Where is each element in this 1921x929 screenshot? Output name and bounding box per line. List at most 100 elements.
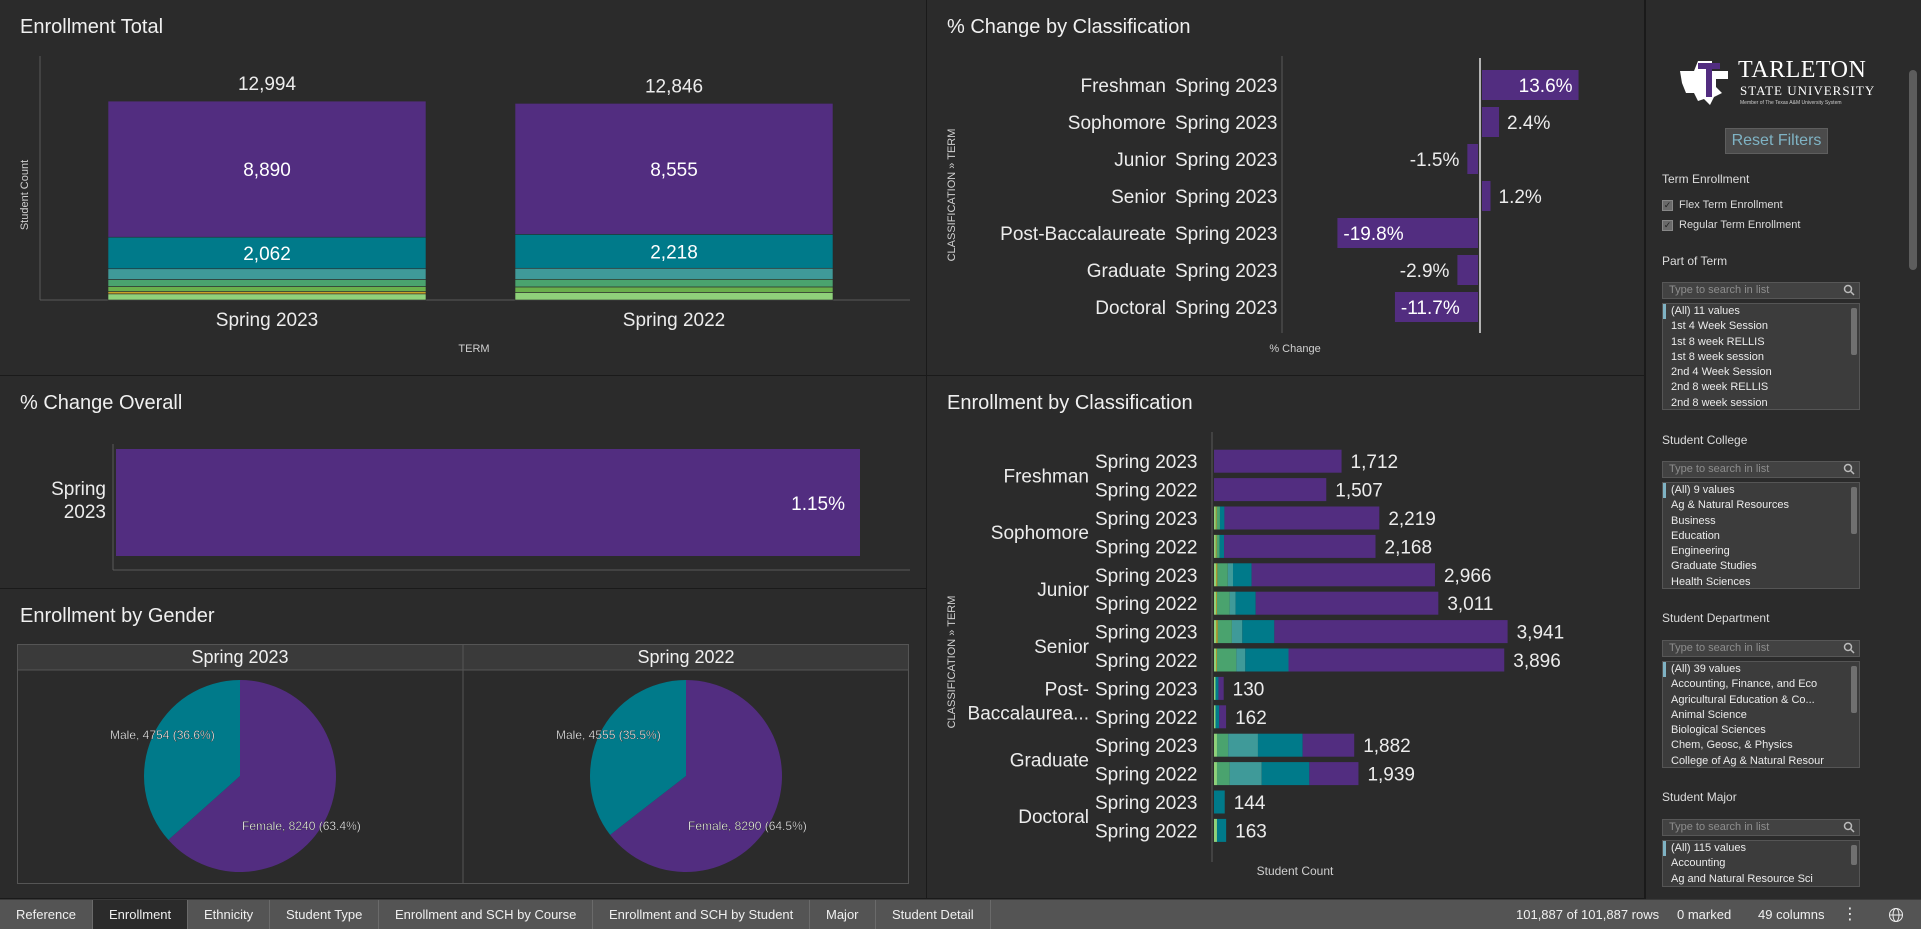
bar-segment[interactable] bbox=[1217, 563, 1228, 587]
flex-term-checkbox[interactable]: ✓ Flex Term Enrollment bbox=[1662, 199, 1783, 211]
pct-bar[interactable] bbox=[1482, 181, 1491, 211]
bar-segment[interactable] bbox=[1216, 591, 1230, 615]
bar-segment[interactable] bbox=[1242, 620, 1275, 644]
bar-segment[interactable] bbox=[1261, 762, 1310, 786]
enrollment-by-gender-chart[interactable]: Spring 2023 Male, 4754 (36.6%) Female, 824… bbox=[0, 589, 927, 899]
bar-segment[interactable] bbox=[1309, 762, 1359, 786]
bar-segment[interactable] bbox=[1251, 563, 1435, 587]
tab-student-detail[interactable]: Student Detail bbox=[876, 900, 991, 929]
bar-segment[interactable] bbox=[1214, 534, 1216, 558]
student-department-list[interactable]: (All) 39 values Accounting, Finance, and … bbox=[1662, 661, 1860, 768]
list-item[interactable]: (All) 11 values bbox=[1663, 304, 1859, 320]
sidebar-scrollbar[interactable] bbox=[1909, 70, 1917, 270]
bar-segment[interactable] bbox=[1215, 506, 1217, 530]
list-item[interactable]: Business bbox=[1663, 514, 1859, 529]
bar-segment[interactable] bbox=[1214, 591, 1217, 615]
bar-segment[interactable] bbox=[1216, 534, 1220, 558]
list-item[interactable]: Graduate Studies bbox=[1663, 559, 1859, 574]
bar-segment[interactable] bbox=[1216, 818, 1227, 842]
list-item[interactable]: Accounting bbox=[1663, 856, 1859, 871]
list-item[interactable]: Engineering bbox=[1663, 544, 1859, 559]
bar-segment[interactable] bbox=[1218, 676, 1224, 700]
student-college-list[interactable]: (All) 9 values Ag & Natural Resources Busi… bbox=[1662, 482, 1860, 589]
list-item[interactable]: (All) 115 values bbox=[1663, 841, 1859, 857]
bar-segment[interactable] bbox=[107, 279, 427, 287]
pct-change-by-class-chart[interactable]: CLASSIFICATION » TERM % Change Freshman S… bbox=[927, 0, 1645, 376]
bar-segment[interactable] bbox=[1216, 563, 1218, 587]
list-item[interactable]: Ag and Natural Resource Sci bbox=[1663, 872, 1859, 886]
bar-segment[interactable] bbox=[1215, 534, 1217, 558]
bar-segment[interactable] bbox=[1216, 506, 1220, 530]
bar-segment[interactable] bbox=[1229, 762, 1262, 786]
bar-segment[interactable] bbox=[1214, 676, 1216, 700]
list-item[interactable]: Animal Science bbox=[1663, 708, 1859, 723]
pct-bar[interactable] bbox=[1457, 255, 1478, 285]
tab-enrollment-and-sch-by-course[interactable]: Enrollment and SCH by Course bbox=[379, 900, 594, 929]
pct-bar[interactable] bbox=[1482, 107, 1500, 137]
bar-segment[interactable] bbox=[107, 268, 427, 280]
bar-segment[interactable] bbox=[107, 293, 427, 301]
list-scrollbar[interactable] bbox=[1851, 487, 1857, 535]
bar-segment[interactable] bbox=[1216, 762, 1230, 786]
bar-segment[interactable] bbox=[1236, 648, 1246, 672]
list-item[interactable]: Biological Sciences bbox=[1663, 723, 1859, 738]
overall-bar[interactable] bbox=[116, 449, 860, 556]
pct-bar[interactable] bbox=[1467, 144, 1478, 174]
bar-segment[interactable] bbox=[1216, 733, 1229, 757]
list-scrollbar[interactable] bbox=[1851, 845, 1857, 866]
bar-segment[interactable] bbox=[1302, 733, 1355, 757]
bar-segment[interactable] bbox=[1219, 534, 1225, 558]
student-department-search[interactable]: Type to search in list bbox=[1662, 640, 1860, 657]
bar-segment[interactable] bbox=[1219, 506, 1225, 530]
tab-enrollment[interactable]: Enrollment bbox=[93, 900, 189, 929]
tab-major[interactable]: Major bbox=[810, 900, 876, 929]
bar-segment[interactable] bbox=[1215, 676, 1219, 700]
tab-enrollment-and-sch-by-student[interactable]: Enrollment and SCH by Student bbox=[593, 900, 811, 929]
bar-segment[interactable] bbox=[1214, 648, 1217, 672]
more-menu-icon[interactable]: ⋮ bbox=[1842, 900, 1858, 929]
list-item[interactable]: 1st 4 Week Session bbox=[1663, 319, 1859, 334]
part-of-term-list[interactable]: (All) 11 values 1st 4 Week Session 1st 8 w… bbox=[1662, 303, 1860, 410]
bar-segment[interactable] bbox=[1219, 705, 1227, 729]
bar-segment[interactable] bbox=[1231, 620, 1243, 644]
list-item[interactable]: (All) 39 values bbox=[1663, 662, 1859, 678]
bar-segment[interactable] bbox=[1214, 762, 1217, 786]
list-item[interactable]: 2nd 8 week session bbox=[1663, 396, 1859, 409]
regular-term-checkbox[interactable]: ✓ Regular Term Enrollment bbox=[1662, 219, 1800, 231]
bar-segment[interactable] bbox=[107, 291, 427, 295]
bar-segment[interactable] bbox=[1227, 563, 1233, 587]
tab-reference[interactable]: Reference bbox=[0, 900, 93, 929]
list-item[interactable]: Health Sciences bbox=[1663, 575, 1859, 588]
bar-segment[interactable] bbox=[1214, 449, 1342, 473]
pct-change-overall-chart[interactable]: Spring 2023 1.15% bbox=[0, 376, 927, 589]
bar-segment[interactable] bbox=[1228, 733, 1258, 757]
bar-segment[interactable] bbox=[1216, 648, 1217, 672]
enrollment-total-chart[interactable]: Student Count TERM 2,062 8,890 12,994 Sprin… bbox=[0, 0, 927, 376]
list-scrollbar[interactable] bbox=[1851, 666, 1857, 714]
bar-segment[interactable] bbox=[1229, 591, 1236, 615]
list-item[interactable]: Chem, Geosc, & Physics bbox=[1663, 738, 1859, 753]
bar-segment[interactable] bbox=[1214, 563, 1217, 587]
bar-segment[interactable] bbox=[1224, 506, 1380, 530]
bar-segment[interactable] bbox=[514, 267, 834, 280]
tab-ethnicity[interactable]: Ethnicity bbox=[188, 900, 271, 929]
globe-icon[interactable] bbox=[1888, 907, 1904, 923]
bar-segment[interactable] bbox=[1224, 534, 1376, 558]
bar-segment[interactable] bbox=[1216, 648, 1237, 672]
bar-segment[interactable] bbox=[1214, 705, 1216, 729]
bar-segment[interactable] bbox=[1274, 620, 1508, 644]
bar-segment[interactable] bbox=[107, 286, 427, 292]
bar-segment[interactable] bbox=[1214, 506, 1216, 530]
list-item[interactable]: College of Ag & Natural Resour bbox=[1663, 754, 1859, 767]
bar-segment[interactable] bbox=[1232, 563, 1252, 587]
bar-segment[interactable] bbox=[514, 286, 834, 293]
student-major-list[interactable]: (All) 115 values Accounting Ag and Natural… bbox=[1662, 840, 1860, 887]
bar-segment[interactable] bbox=[1215, 705, 1220, 729]
bar-segment[interactable] bbox=[1214, 620, 1217, 644]
bar-segment[interactable] bbox=[1216, 591, 1217, 615]
enrollment-by-class-chart[interactable]: CLASSIFICATION » TERM Student Count Fres… bbox=[927, 376, 1645, 899]
part-of-term-search[interactable]: Type to search in list bbox=[1662, 282, 1860, 299]
list-item[interactable]: Ag & Natural Resources bbox=[1663, 498, 1859, 513]
bar-segment[interactable] bbox=[1257, 733, 1303, 757]
bar-segment[interactable] bbox=[1235, 591, 1256, 615]
